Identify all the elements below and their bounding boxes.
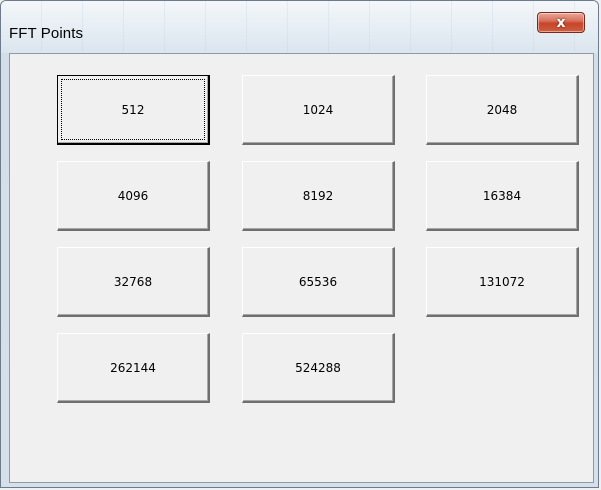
- fft-2048-button[interactable]: 2048: [426, 75, 579, 145]
- fft-131072-button[interactable]: 131072: [426, 247, 579, 317]
- fft-8192-button[interactable]: 8192: [242, 161, 395, 231]
- fft-16384-button[interactable]: 16384: [426, 161, 579, 231]
- client-area: 512 1024 2048 4096 8192 16384 32768 6553…: [9, 53, 594, 483]
- fft-512-button[interactable]: 512: [57, 75, 210, 145]
- close-button[interactable]: x: [537, 12, 585, 33]
- fft-524288-button[interactable]: 524288: [242, 333, 395, 403]
- title-bar[interactable]: FFT Points x: [1, 1, 598, 53]
- fft-65536-button[interactable]: 65536: [242, 247, 395, 317]
- fft-262144-button[interactable]: 262144: [57, 333, 210, 403]
- fft-points-dialog: FFT Points x 512 1024 2048 4096 8192 163…: [0, 0, 599, 488]
- close-icon: x: [556, 14, 566, 31]
- fft-32768-button[interactable]: 32768: [57, 247, 210, 317]
- fft-1024-button[interactable]: 1024: [242, 75, 395, 145]
- fft-4096-button[interactable]: 4096: [57, 161, 210, 231]
- window-title: FFT Points: [9, 25, 84, 42]
